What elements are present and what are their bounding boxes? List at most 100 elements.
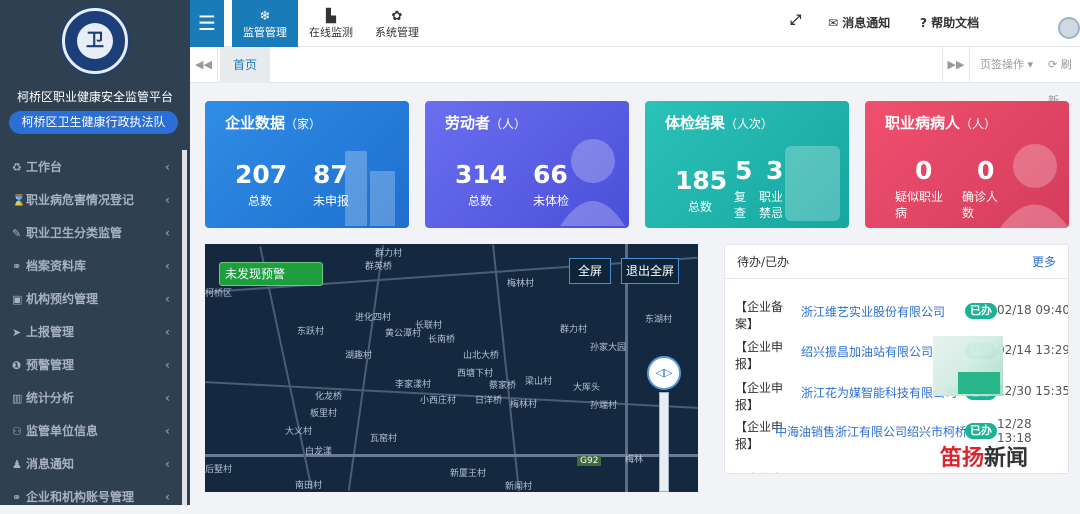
map-panel[interactable]: 未发现预警 全屏 退出全屏 ◁▷ G92 群力村 群英桥 梅林村 柯桥区 东湖村 东跃村进… xyxy=(205,244,698,492)
watermark-logo: 笛扬新闻 xyxy=(940,440,1028,472)
sidebar-item[interactable]: ⚭ 档案资料库 ‹ xyxy=(0,250,182,283)
sidebar-item-label: 上报管理 xyxy=(26,325,75,339)
tab-system-management[interactable]: ✿ 系统管理 xyxy=(364,0,430,47)
sidebar: 卫 柯桥区职业健康安全监管平台 柯桥区卫生健康行政执法队 ♻ 工作台 ‹ ⌛职业病危害… xyxy=(0,0,190,505)
sidebar-item[interactable]: ✎ 职业卫生分类监管 ‹ xyxy=(0,217,182,250)
avatar[interactable] xyxy=(1058,17,1080,39)
map-place-label: 新闻村 xyxy=(505,482,533,492)
tab-supervision[interactable]: ❄ 监管管理 xyxy=(232,0,298,47)
card-title-text: 体检结果 xyxy=(665,114,726,132)
watermark-suffix: 新闻 xyxy=(984,445,1029,471)
snowflake-icon: ❄ xyxy=(259,9,271,24)
sidebar-menu: ♻ 工作台 ‹ ⌛职业病危害情况登记 ‹ ✎ 职业卫生分类监管 ‹ ⚭ 档案资料库 ‹ ▣ 机构预约管理… xyxy=(0,151,182,514)
stat-label: 疑似职业病 xyxy=(895,190,944,220)
page-ops-dropdown[interactable]: 页签操作 ▾ xyxy=(980,47,1033,83)
tab-home[interactable]: 首页 xyxy=(220,47,270,83)
sidebar-item[interactable]: ➤ 上报管理 ‹ xyxy=(0,316,182,349)
menu-toggle-icon[interactable]: ☰ xyxy=(190,0,224,47)
sidebar-item[interactable]: ♻ 工作台 ‹ xyxy=(0,151,182,184)
sidebar-scrollbar[interactable] xyxy=(182,150,187,505)
notice-button[interactable]: ✉ 消息通知 xyxy=(828,14,890,31)
department-badge[interactable]: 柯桥区卫生健康行政执法队 xyxy=(9,111,178,134)
exit-fullscreen-map-button[interactable]: 退出全屏 xyxy=(621,258,679,284)
fullscreen-map-button[interactable]: 全屏 xyxy=(569,258,611,284)
help-button[interactable]: ? 帮助文档 xyxy=(920,14,979,31)
tabs-prev-icon[interactable]: ◀◀ xyxy=(190,47,218,83)
stat-value: 66 xyxy=(533,160,568,189)
refresh-button[interactable]: ⟳ 刷新 xyxy=(1048,47,1080,107)
card-exam-results[interactable]: 体检结果（人次） 185 总数 5 复查 3 职业禁忌 xyxy=(645,101,849,228)
map-place-label: 南田村 xyxy=(295,481,323,491)
map-place-label: 白龙漾 xyxy=(305,447,333,457)
menu-icon: ❶ xyxy=(12,359,22,372)
map-pan-control[interactable]: ◁▷ xyxy=(647,356,681,390)
stat-value: 0 xyxy=(977,156,995,185)
map-place-label: 日洋桥 xyxy=(475,396,503,406)
help-label: 帮助文档 xyxy=(931,16,980,30)
map-place-label: 大厍头 xyxy=(573,383,601,393)
card-unit: （人） xyxy=(960,117,997,131)
tab-system-management-label: 系统管理 xyxy=(375,26,419,39)
todo-header: 待办/已办 更多 xyxy=(725,245,1068,279)
fullscreen-icon[interactable]: ⤢ xyxy=(790,12,801,28)
card-patients[interactable]: 职业病病人（人） 0 疑似职业病 0 确诊人数 xyxy=(865,101,1069,228)
stat-value: 0 xyxy=(915,156,933,185)
map-place-label: 群力村 xyxy=(375,249,403,259)
sidebar-item[interactable]: ▣ 机构预约管理 ‹ xyxy=(0,283,182,316)
map-place-label: 群力村 xyxy=(560,325,588,335)
stat-value: 5 xyxy=(735,156,753,185)
gear-icon: ✿ xyxy=(391,9,403,24)
map-place-label: 瓦窑村 xyxy=(370,434,398,444)
stat-label: 总数 xyxy=(688,200,713,214)
menu-icon: ⚭ xyxy=(12,260,22,273)
card-title: 劳动者（人） xyxy=(445,112,526,133)
map-place-label: 新厦王村 xyxy=(450,469,487,479)
todo-time: 02/14 13:29 xyxy=(997,343,1069,357)
card-workers[interactable]: 劳动者（人） 314 总数 66 未体检 xyxy=(425,101,629,228)
tab-online-monitoring[interactable]: ▙ 在线监测 xyxy=(298,0,364,47)
map-place-label: 后墅村 xyxy=(205,465,233,475)
notice-label: 消息通知 xyxy=(842,16,891,30)
watermark-brand: 笛扬 xyxy=(940,445,985,471)
todo-company-link[interactable]: 浙江维艺实业股份有限公司 xyxy=(801,303,966,320)
menu-icon: ▣ xyxy=(12,293,23,306)
map-place-label: 小西庄村 xyxy=(420,396,457,406)
top-bar: ☰ ❄ 监管管理 ▙ 在线监测 ✿ 系统管理 ⤢ ✉ 消息通知 ? 帮助文档 xyxy=(190,0,1080,47)
sidebar-item[interactable]: ⚇ 监管单位信息 ‹ xyxy=(0,415,182,448)
sidebar-item[interactable]: ⚭ 企业和机构账号管理 ‹ xyxy=(0,481,182,514)
card-title: 职业病病人（人） xyxy=(885,112,996,133)
sidebar-item[interactable]: ▥ 统计分析 ‹ xyxy=(0,382,182,415)
sidebar-item[interactable]: ♟ 消息通知 ‹ xyxy=(0,448,182,481)
more-link[interactable]: 更多 xyxy=(1032,245,1056,279)
map-place-label: 李家漾村 xyxy=(395,380,432,390)
menu-icon: ♻ xyxy=(12,161,22,174)
tabs-next-icon[interactable]: ▶▶ xyxy=(942,47,970,83)
no-warning-indicator[interactable]: 未发现预警 xyxy=(219,262,323,286)
chevron-left-icon: ‹ xyxy=(165,490,170,504)
chevron-left-icon: ‹ xyxy=(165,226,170,240)
card-enterprise[interactable]: 企业数据（家） 207 总数 87 未申报 xyxy=(205,101,409,228)
menu-icon: ♟ xyxy=(12,458,22,471)
card-title-text: 企业数据 xyxy=(225,114,286,132)
card-unit: （家） xyxy=(285,117,322,131)
todo-time: 12/30 15:35 xyxy=(997,384,1069,398)
sidebar-item[interactable]: ❶ 预警管理 ‹ xyxy=(0,349,182,382)
chevron-left-icon: ‹ xyxy=(165,457,170,471)
stat-label: 未体检 xyxy=(533,194,570,208)
map-zoom-slider[interactable] xyxy=(659,392,669,492)
todo-time: 02/18 09:40 xyxy=(997,303,1069,317)
sidebar-item[interactable]: ⌛职业病危害情况登记 ‹ xyxy=(0,184,182,217)
menu-icon: ▥ xyxy=(12,392,23,405)
chevron-left-icon: ‹ xyxy=(165,358,170,372)
chevron-left-icon: ‹ xyxy=(165,292,170,306)
stat-value: 314 xyxy=(455,160,508,189)
map-place-label: 东跃村 xyxy=(297,327,325,337)
stat-value: 207 xyxy=(235,160,288,189)
stat-label: 总数 xyxy=(468,194,493,208)
map-place-label: 群英桥 xyxy=(365,262,393,272)
tab-supervision-label: 监管管理 xyxy=(243,26,287,39)
todo-company-link[interactable]: 中海油销售浙江有限公司绍兴市柯桥区海 xyxy=(775,423,975,440)
sidebar-item-label: 职业卫生分类监管 xyxy=(26,226,123,240)
sidebar-item-label: 监管单位信息 xyxy=(26,424,99,438)
stat-label: 确诊人数 xyxy=(962,190,999,220)
